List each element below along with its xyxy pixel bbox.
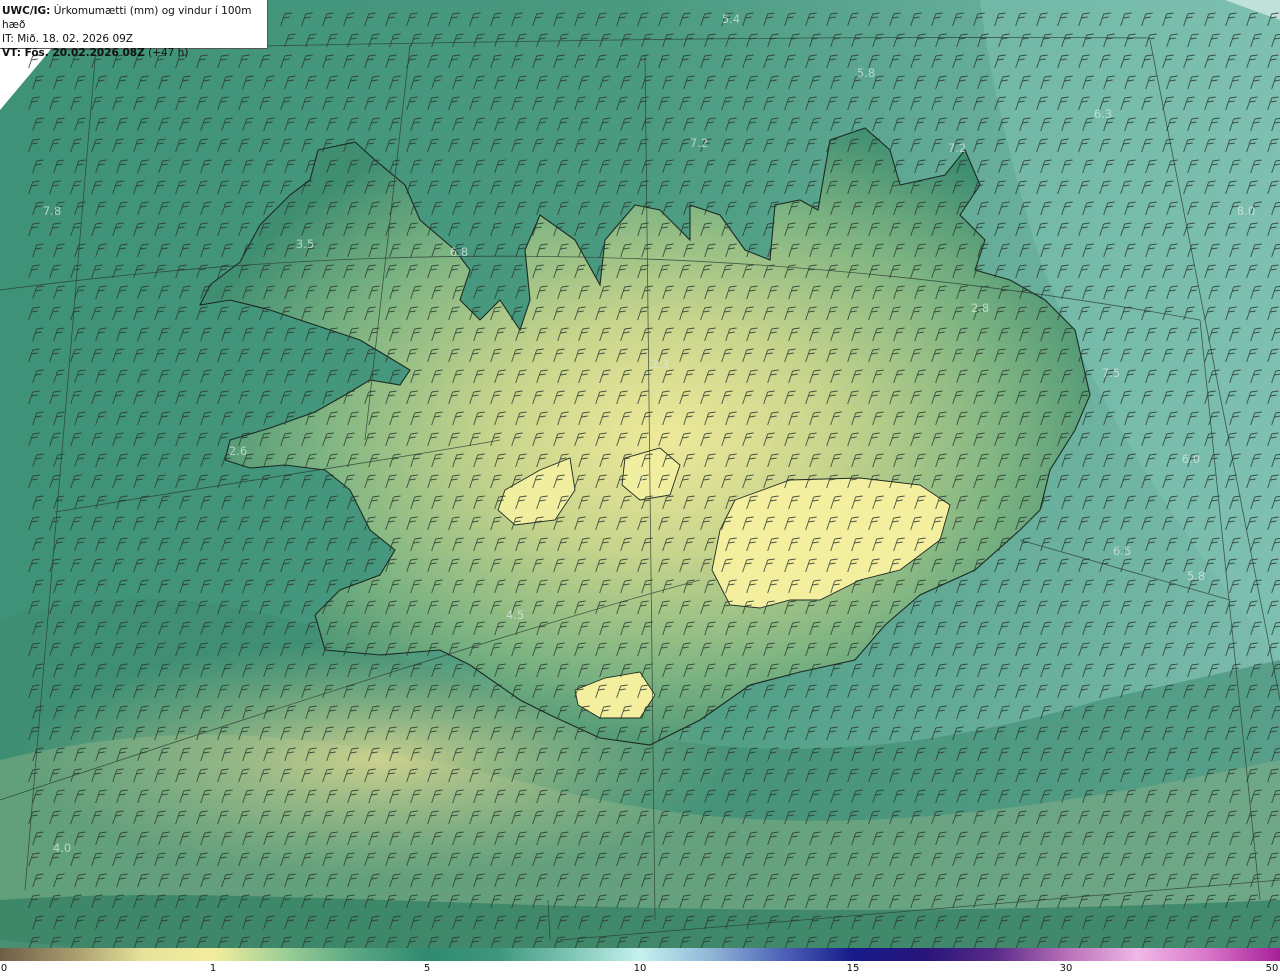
issue-time: IT: Mið. 18. 02. 2026 09Z: [2, 33, 133, 45]
precipitation-wind-map[interactable]: 5.4 5.8 6.3 7.2 7.2 7.8 3.5 6.8 8.0 2.8 2.3 7.5 2.6 6…: [0, 0, 1280, 948]
value-label: 0: [636, 471, 643, 485]
colorbar-tick: 50: [1265, 963, 1279, 974]
value-label: 7.2: [690, 136, 708, 150]
colorbar-tick: 30: [1059, 963, 1073, 974]
lead-time: (+47 h): [144, 47, 189, 59]
value-label: 6.3: [1094, 107, 1112, 121]
value-label: 5.4: [722, 12, 740, 26]
product-code: UWC/IG:: [2, 5, 51, 17]
value-label: 4.5: [506, 608, 524, 622]
value-label: 7.5: [1102, 366, 1120, 380]
colorbar-tick: 5: [423, 963, 431, 974]
colorbar: [0, 948, 1280, 961]
colorbar-tick: 1: [209, 963, 217, 974]
value-label: 8.0: [1237, 204, 1255, 218]
value-label: 2.6: [229, 444, 247, 458]
value-label: 6.8: [450, 245, 468, 259]
value-label: 7.8: [43, 204, 61, 218]
valid-time: VT: Fös. 20.02.2026 08Z: [2, 47, 145, 59]
value-label: 2.8: [971, 301, 989, 315]
value-label: 5.8: [1187, 569, 1205, 583]
value-label: 3.5: [296, 237, 314, 251]
value-label: 4.0: [53, 841, 71, 855]
value-label: 6.0: [1182, 452, 1200, 466]
colorbar-tick: 15: [846, 963, 860, 974]
value-label: 7.2: [948, 141, 966, 155]
colorbar-ticks: 0 1 5 10 15 30 50: [0, 961, 1280, 978]
value-label: 6.5: [1113, 544, 1131, 558]
colorbar-tick: 10: [633, 963, 647, 974]
value-label: 2.3: [651, 357, 669, 371]
value-label: 5.8: [857, 66, 875, 80]
title-box: UWC/IG: Úrkomumætti (mm) og vindur í 100…: [0, 0, 268, 59]
colorbar-tick: 0: [0, 963, 8, 974]
